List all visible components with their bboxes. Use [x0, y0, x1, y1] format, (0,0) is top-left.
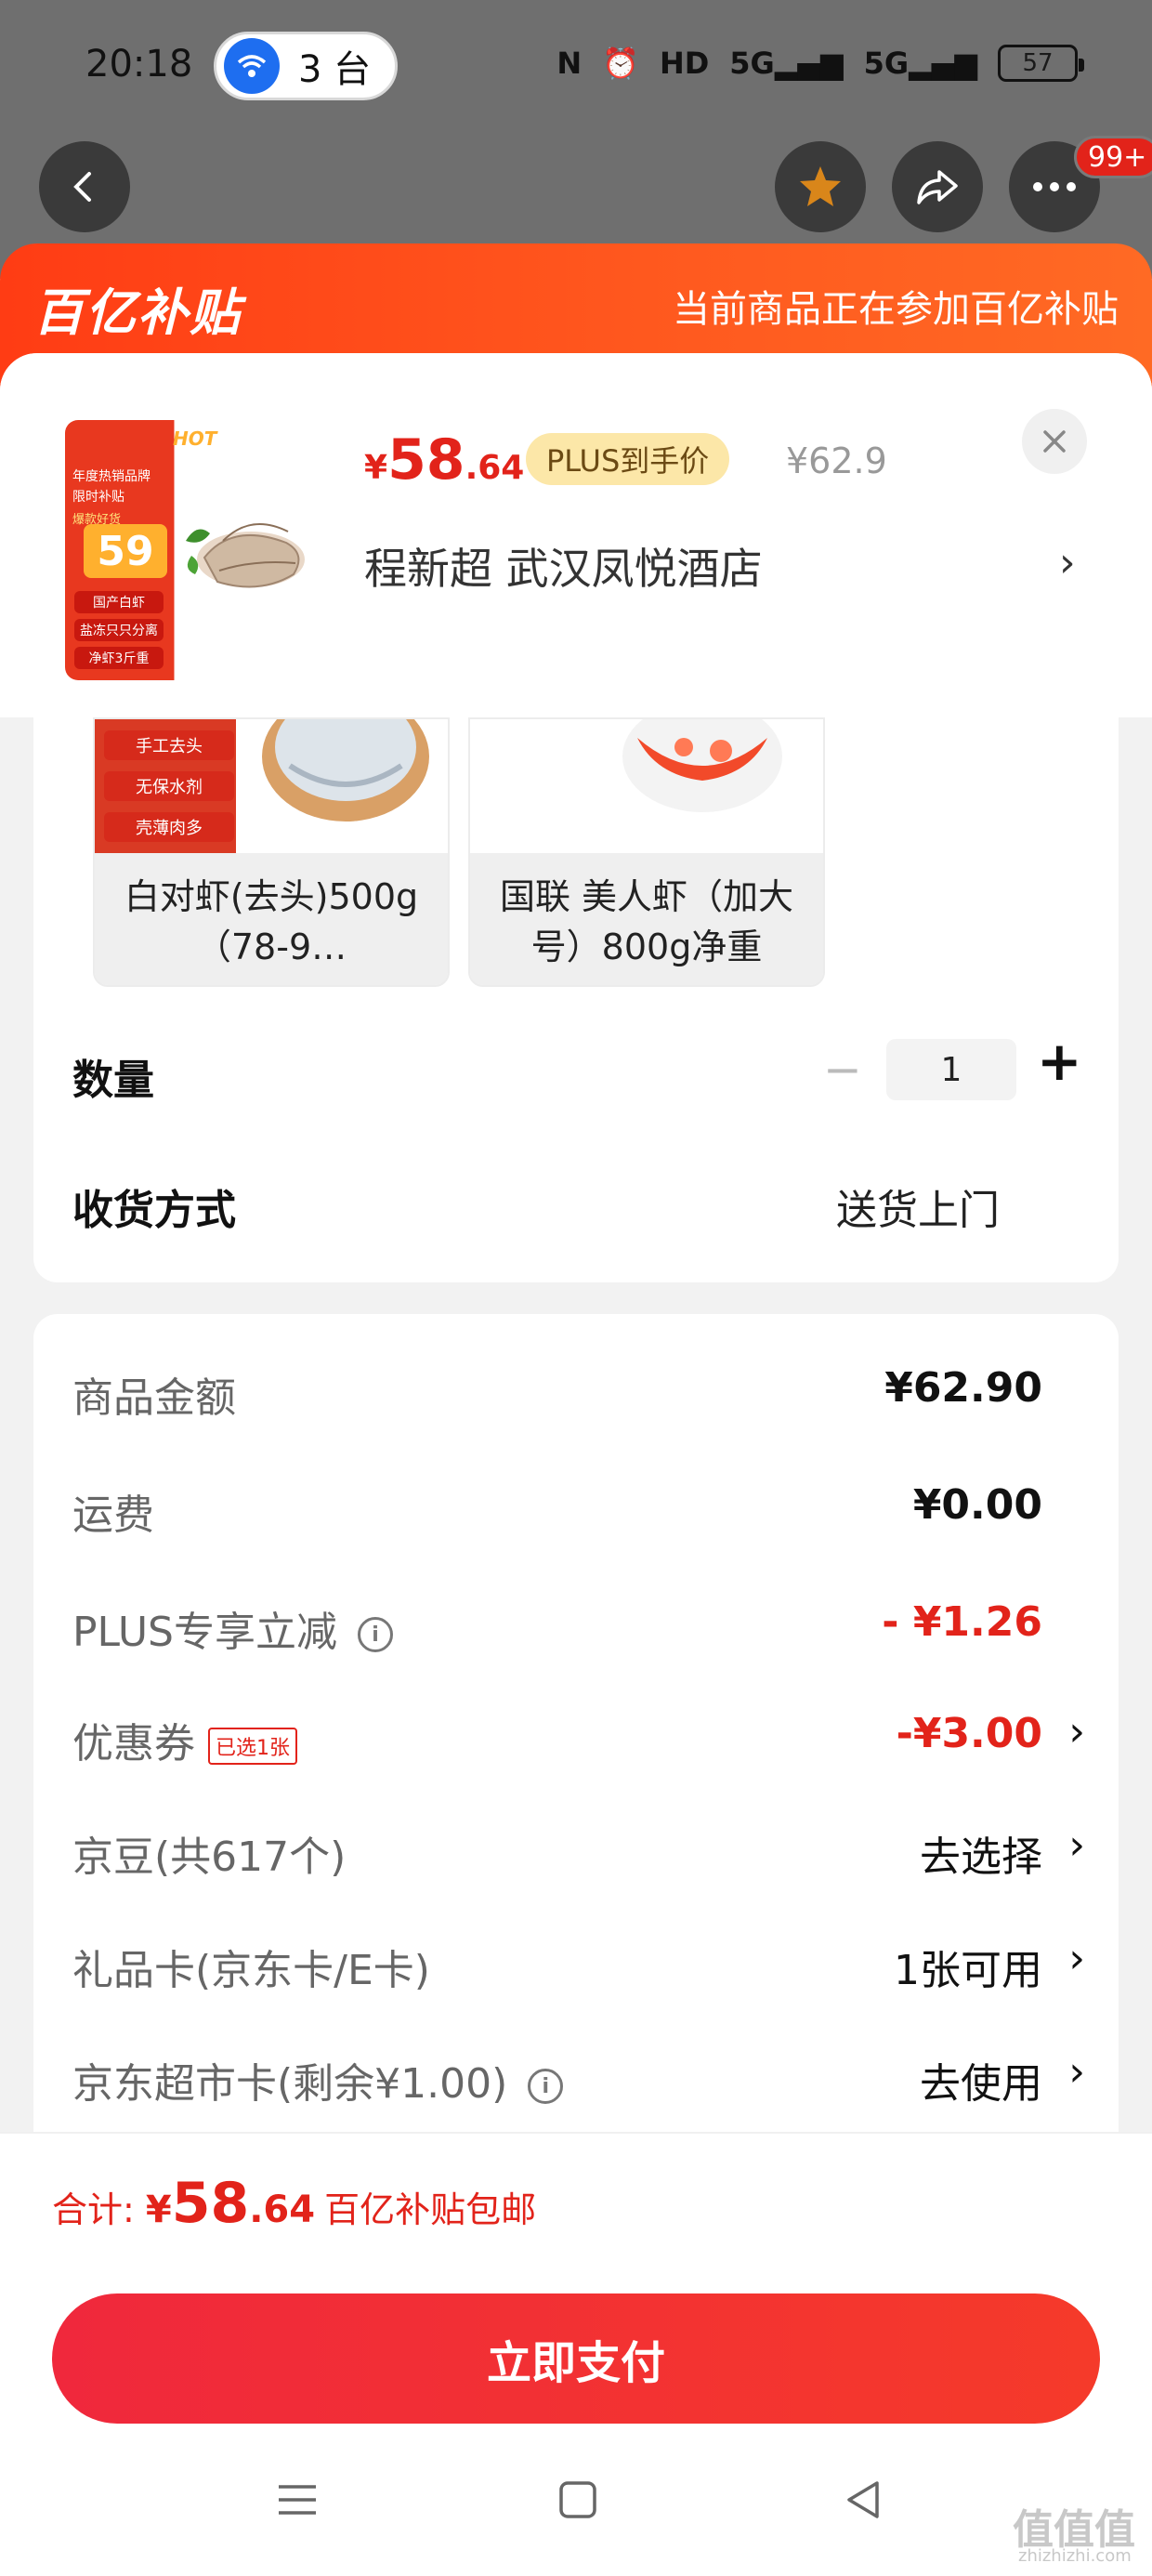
- chevron-right-icon: ›: [1068, 1708, 1085, 1755]
- summary-value: -¥3.00: [896, 1710, 1042, 1757]
- chevron-right-icon[interactable]: ›: [1059, 539, 1076, 586]
- alarm-icon: ⏰: [602, 46, 639, 81]
- variant-label-1: 白对虾(去头)500g（78-9…: [95, 853, 448, 985]
- summary-label: 优惠券: [72, 1720, 195, 1768]
- close-button[interactable]: [1022, 409, 1087, 474]
- thumb-price: 59: [84, 524, 167, 578]
- home-icon[interactable]: [550, 2472, 606, 2528]
- status-bar: 20:18 3 台 N ⏰ HD 5G▂▄▆ 5G▂▄▆ 57: [0, 0, 1152, 139]
- hd-icon: HD: [659, 46, 710, 81]
- chevron-left-icon: [73, 172, 91, 202]
- info-icon[interactable]: i: [528, 2069, 564, 2104]
- delivery-method-value[interactable]: 送货上门: [836, 1176, 1000, 1236]
- order-total: 合计: ¥58.64 百亿补贴包邮: [52, 2171, 537, 2236]
- delivery-method-label: 收货方式: [72, 1187, 236, 1234]
- summary-row-shipping: 运费 ¥0.00: [72, 1481, 1085, 1556]
- watermark-url: zhizhizhi.com: [1018, 2546, 1132, 2566]
- subsidy-logo: 百亿补贴: [33, 283, 242, 342]
- pay-now-button[interactable]: 立即支付: [52, 2293, 1100, 2424]
- chevron-right-icon: ›: [1068, 1821, 1085, 1869]
- summary-row-coupon[interactable]: 优惠券 已选1张 -¥3.00 ›: [72, 1708, 1085, 1784]
- price-summary-card: 商品金额 ¥62.90 运费 ¥0.00 PLUS专享立减 i - ¥1.26 优…: [33, 1314, 1119, 2169]
- variant-image-2: [470, 719, 823, 853]
- summary-label: 京东超市卡(剩余¥1.00): [72, 2060, 508, 2108]
- close-icon: [1043, 430, 1066, 453]
- store-name[interactable]: 程新超 武汉凤悦酒店: [364, 535, 763, 597]
- nfc-icon: N: [556, 46, 583, 81]
- thumb-tag-2: 盐冻只只分离: [74, 619, 164, 641]
- signal-5g-icon-2: 5G▂▄▆: [863, 46, 977, 81]
- variant-image-1: 手工去头 无保水剂 壳薄肉多: [95, 719, 448, 853]
- share-button[interactable]: [892, 141, 983, 232]
- summary-label-with-info: PLUS专享立减 i: [72, 1598, 393, 1658]
- wifi-devices-pill[interactable]: 3 台: [214, 32, 398, 100]
- thumb-line1: 年度热销品牌: [72, 469, 151, 484]
- summary-value: 1张可用: [894, 1947, 1042, 1994]
- favorite-button[interactable]: [775, 141, 866, 232]
- chevron-right-icon: ›: [1068, 1935, 1085, 1982]
- summary-value: ¥62.90: [884, 1364, 1042, 1412]
- summary-label: 商品金额: [72, 1374, 236, 1422]
- summary-value: - ¥1.26: [882, 1598, 1042, 1646]
- notification-badge: 99+: [1074, 136, 1152, 178]
- summary-row-supermarket-card[interactable]: 京东超市卡(剩余¥1.00) i 去使用 ›: [72, 2048, 1085, 2124]
- total-amount: 58: [171, 2171, 250, 2236]
- variant-label-2: 国联 美人虾（加大号）800g净重: [470, 853, 823, 985]
- shrimp-image: [186, 523, 305, 588]
- summary-label: PLUS专享立减: [72, 1609, 337, 1656]
- product-price: ¥58.64: [364, 427, 525, 493]
- chevron-right-icon: ›: [1068, 2048, 1085, 2096]
- summary-row-goods-amount: 商品金额 ¥62.90: [72, 1364, 1085, 1439]
- total-label: 合计:: [52, 2189, 146, 2230]
- back-button[interactable]: [39, 141, 130, 232]
- summary-row-plus-discount: PLUS专享立减 i - ¥1.26: [72, 1598, 1085, 1673]
- product-summary: HOT 年度热销品牌 限时补贴 爆款好货 59 国产白虾 盐冻只只分离 净虾3斤…: [0, 353, 1152, 717]
- quantity-decrease-button[interactable]: −: [823, 1043, 870, 1097]
- red-shrimp-image: [622, 719, 782, 812]
- status-icons: N ⏰ HD 5G▂▄▆ 5G▂▄▆ 57: [556, 45, 1084, 82]
- wifi-devices-count: 3 台: [298, 48, 372, 91]
- variant-option-1[interactable]: 手工去头 无保水剂 壳薄肉多 白对虾(去头)500g（78-9…: [93, 717, 450, 987]
- thumb-hot-label: HOT: [173, 427, 217, 450]
- original-price: ¥62.9: [786, 440, 887, 481]
- thumb-tag-1: 国产白虾: [74, 591, 164, 613]
- quantity-input[interactable]: 1: [886, 1039, 1016, 1100]
- system-nav-bar: [0, 2425, 1152, 2576]
- summary-value: 去选择: [920, 1833, 1042, 1881]
- battery-icon: 57: [998, 45, 1084, 82]
- star-icon: [800, 166, 841, 206]
- summary-row-jingdou[interactable]: 京豆(共617个) 去选择 ›: [72, 1821, 1085, 1898]
- menu-icon[interactable]: [269, 2472, 325, 2528]
- quantity-label: 数量: [72, 1057, 154, 1104]
- plus-price-tag: PLUS到手价: [526, 433, 730, 485]
- thumb-line2: 限时补贴: [72, 490, 124, 505]
- wifi-icon: [224, 38, 280, 94]
- shrimp-bowl-image: [262, 719, 429, 821]
- variant-option-2[interactable]: 国联 美人虾（加大号）800g净重: [468, 717, 825, 987]
- quantity-increase-button[interactable]: +: [1037, 1030, 1082, 1093]
- coupon-selected-tag: 已选1张: [208, 1728, 297, 1765]
- status-time: 20:18: [85, 43, 193, 85]
- summary-label-with-tag: 优惠券 已选1张: [72, 1710, 297, 1769]
- signal-5g-icon: 5G▂▄▆: [729, 46, 844, 81]
- variant-tag-1: 手工去头: [104, 730, 234, 760]
- variant-tag-3: 壳薄肉多: [104, 812, 234, 842]
- summary-label: 京豆(共617个): [72, 1833, 347, 1881]
- summary-label-with-info: 京东超市卡(剩余¥1.00) i: [72, 2050, 564, 2109]
- info-icon[interactable]: i: [358, 1617, 393, 1652]
- total-note: 百亿补贴包邮: [324, 2189, 537, 2230]
- product-thumbnail: HOT 年度热销品牌 限时补贴 爆款好货 59 国产白虾 盐冻只只分离 净虾3斤…: [65, 420, 325, 680]
- back-triangle-icon[interactable]: [836, 2472, 892, 2528]
- summary-value: ¥0.00: [912, 1481, 1042, 1529]
- more-icon: [1033, 182, 1076, 191]
- summary-value: 去使用: [920, 2060, 1042, 2108]
- subsidy-banner-text: 当前商品正在参加百亿补贴: [673, 288, 1119, 331]
- summary-label: 运费: [72, 1492, 154, 1539]
- summary-row-gift-card[interactable]: 礼品卡(京东卡/E卡) 1张可用 ›: [72, 1935, 1085, 2011]
- thumb-tag-3: 净虾3斤重: [74, 647, 164, 669]
- share-icon: [917, 170, 958, 204]
- summary-label: 礼品卡(京东卡/E卡): [72, 1947, 430, 1994]
- variant-tag-2: 无保水剂: [104, 771, 234, 801]
- battery-level: 57: [1022, 49, 1054, 77]
